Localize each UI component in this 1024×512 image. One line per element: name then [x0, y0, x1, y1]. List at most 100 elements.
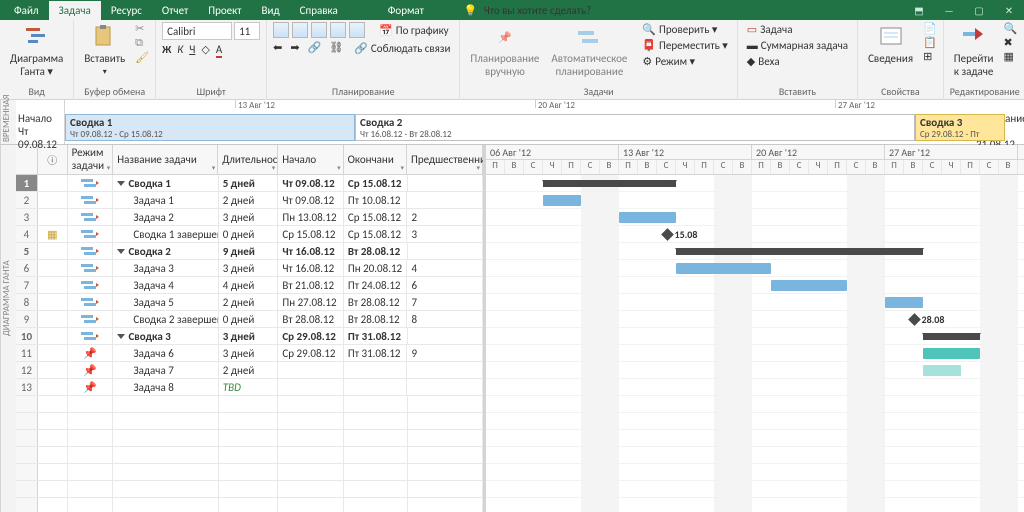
- outdent-icon[interactable]: ⬅: [273, 41, 282, 56]
- indent-0[interactable]: [273, 22, 289, 38]
- table-row[interactable]: 9Сводка 2 завершена0 днейВт 28.08.12Вт 2…: [16, 311, 483, 328]
- timeline-bar-2[interactable]: Сводка 2Чт 16.08.12 - Вт 28.08.12: [355, 114, 915, 141]
- indent-icon[interactable]: ➡: [290, 41, 299, 56]
- close-icon[interactable]: ✕: [994, 4, 1024, 17]
- find-icon[interactable]: 🔍: [1004, 22, 1018, 35]
- gantt-milestone[interactable]: [908, 313, 921, 326]
- table-row[interactable]: [16, 481, 483, 498]
- gantt-bar[interactable]: [619, 212, 676, 223]
- notes-icon[interactable]: 📄: [923, 22, 937, 35]
- italic-icon[interactable]: К: [177, 43, 183, 58]
- format-painter-icon[interactable]: 🖌: [135, 51, 149, 64]
- gantt-bar[interactable]: [923, 333, 980, 340]
- ribbon-toggle-icon[interactable]: ⬒: [904, 4, 934, 17]
- gantt-bar[interactable]: [885, 297, 923, 308]
- font-size[interactable]: 11: [234, 22, 260, 40]
- table-row[interactable]: 12📌Задача 72 дней: [16, 362, 483, 379]
- table-row[interactable]: 5Сводка 29 днейЧт 16.08.12Вт 28.08.12: [16, 243, 483, 260]
- scroll-to-task-button[interactable]: Перейти к задаче: [950, 22, 998, 80]
- inspect-button[interactable]: 🔍Проверить ▾: [639, 22, 730, 37]
- font-name[interactable]: Calibri: [162, 22, 232, 40]
- col-start[interactable]: Начало▾: [278, 145, 343, 174]
- table-row[interactable]: 3Задача 23 днейПн 13.08.12Ср 15.08.122: [16, 209, 483, 226]
- gantt-bar[interactable]: [676, 263, 771, 274]
- fill-icon[interactable]: ▦: [1004, 50, 1018, 63]
- bold-icon[interactable]: Ж: [162, 43, 171, 58]
- timeline-bar-1[interactable]: Сводка 1Чт 09.08.12 - Ср 15.08.12: [65, 114, 355, 141]
- unlink-icon[interactable]: ⛓: [329, 41, 343, 56]
- table-row[interactable]: [16, 396, 483, 413]
- col-duration[interactable]: Длительнос▾: [218, 145, 278, 174]
- tab-format[interactable]: Формат: [378, 1, 434, 20]
- col-select[interactable]: [16, 145, 38, 174]
- timeline-body[interactable]: 13 Авг '12 20 Авг '12 27 Авг '12 Сводка …: [64, 100, 974, 144]
- gantt-bar[interactable]: [923, 365, 961, 376]
- table-row[interactable]: 13📌Задача 8TBD: [16, 379, 483, 396]
- tab-resource[interactable]: Ресурс: [101, 1, 152, 20]
- tab-project[interactable]: Проект: [198, 1, 251, 20]
- information-button[interactable]: Сведения: [864, 22, 917, 67]
- details-icon[interactable]: 📋: [923, 36, 937, 49]
- table-row[interactable]: 11📌Задача 63 днейСр 29.08.12Пт 31.08.129: [16, 345, 483, 362]
- tab-task[interactable]: Задача: [49, 1, 101, 20]
- fill-color-icon[interactable]: ◇: [201, 43, 209, 58]
- indent-50[interactable]: [311, 22, 327, 38]
- summary-insert-button[interactable]: ▬Суммарная задача: [744, 38, 851, 53]
- paste-button[interactable]: Вставить▾: [80, 22, 129, 79]
- link-icon[interactable]: 🔗: [308, 41, 322, 56]
- manual-schedule-button[interactable]: 📌Планирование вручную: [466, 22, 543, 80]
- tab-file[interactable]: Файл: [4, 1, 49, 20]
- indent-75[interactable]: [330, 22, 346, 38]
- table-row[interactable]: 10Сводка 33 днейСр 29.08.12Пт 31.08.12: [16, 328, 483, 345]
- task-insert-button[interactable]: ▭Задача: [744, 22, 851, 37]
- on-schedule-button[interactable]: 📅По графику: [376, 22, 452, 38]
- indent-100[interactable]: [349, 22, 365, 38]
- respect-links-button[interactable]: 🔗Соблюдать связи: [351, 41, 453, 56]
- addcol-icon[interactable]: ⊞: [923, 50, 937, 63]
- group-label-insert: Вставить: [744, 85, 851, 100]
- table-row[interactable]: [16, 498, 483, 512]
- tab-report[interactable]: Отчет: [152, 1, 198, 20]
- timeline-label: ВРЕМЕННАЯ: [0, 100, 16, 144]
- cut-icon[interactable]: ✂: [135, 22, 149, 35]
- minimize-icon[interactable]: —: [934, 4, 964, 17]
- clear-icon[interactable]: ✖: [1004, 36, 1018, 49]
- auto-schedule-button[interactable]: Автоматическое планирование: [547, 22, 631, 80]
- underline-icon[interactable]: Ч: [189, 43, 195, 58]
- table-row[interactable]: [16, 447, 483, 464]
- table-row[interactable]: 6Задача 33 днейЧт 16.08.12Пн 20.08.124: [16, 260, 483, 277]
- move-button[interactable]: 📮Переместить ▾: [639, 38, 730, 53]
- table-row[interactable]: 8Задача 52 днейПн 27.08.12Вт 28.08.127: [16, 294, 483, 311]
- timeline-bar-3[interactable]: Сводка 3Ср 29.08.12 - Пт 31.08.12: [915, 114, 1005, 141]
- gantt-milestone[interactable]: [661, 228, 674, 241]
- table-row[interactable]: [16, 413, 483, 430]
- gantt-bar[interactable]: [923, 348, 980, 359]
- col-name[interactable]: Название задачи▾: [113, 145, 218, 174]
- mode-button[interactable]: ⚙Режим ▾: [639, 54, 730, 69]
- col-pred[interactable]: Предшественни▾: [407, 145, 483, 174]
- maximize-icon[interactable]: ▢: [964, 4, 994, 17]
- gantt-bar[interactable]: [543, 180, 676, 187]
- col-mode[interactable]: Режим задачи▾: [68, 145, 114, 174]
- copy-icon[interactable]: ⧉: [135, 36, 149, 50]
- table-row[interactable]: 7Задача 44 днейВт 21.08.12Пт 24.08.126: [16, 277, 483, 294]
- gantt-row: [486, 396, 1024, 413]
- table-row[interactable]: [16, 464, 483, 481]
- table-row[interactable]: 1Сводка 15 днейЧт 09.08.12Ср 15.08.12: [16, 175, 483, 192]
- gantt-chart[interactable]: 06 Авг '1213 Авг '1220 Авг '1227 Авг '12…: [486, 145, 1024, 512]
- table-row[interactable]: 2Задача 12 днейЧт 09.08.12Пт 10.08.12: [16, 192, 483, 209]
- col-end[interactable]: Окончани▾: [344, 145, 407, 174]
- milestone-insert-button[interactable]: ◆Веха: [744, 54, 851, 69]
- table-row[interactable]: [16, 430, 483, 447]
- col-info[interactable]: ⓘ: [38, 145, 68, 174]
- gantt-bar[interactable]: [543, 195, 581, 206]
- gantt-chart-button[interactable]: Диаграмма Ганта ▾: [6, 22, 67, 80]
- indent-25[interactable]: [292, 22, 308, 38]
- gantt-bar[interactable]: [771, 280, 847, 291]
- tab-help[interactable]: Справка: [290, 1, 348, 20]
- tell-me[interactable]: 💡Что вы хотите сделать?: [464, 4, 591, 17]
- tab-view[interactable]: Вид: [252, 1, 290, 20]
- gantt-bar[interactable]: [676, 248, 923, 255]
- table-row[interactable]: 4▦Сводка 1 завершена0 днейСр 15.08.12Ср …: [16, 226, 483, 243]
- font-color-icon[interactable]: А: [216, 43, 222, 58]
